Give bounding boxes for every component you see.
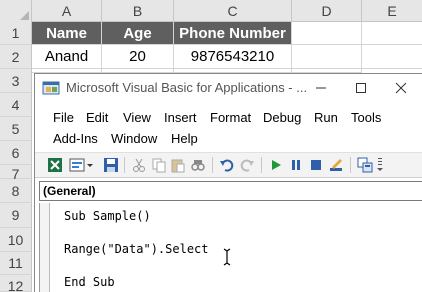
excel-icon[interactable] bbox=[47, 157, 63, 173]
minimize-button[interactable] bbox=[301, 74, 341, 102]
row-header-11[interactable]: 11 bbox=[0, 252, 32, 275]
object-dropdown[interactable]: (General) bbox=[39, 181, 422, 201]
cut-icon[interactable] bbox=[131, 157, 147, 173]
menu-window[interactable]: Window bbox=[111, 131, 157, 146]
find-icon[interactable] bbox=[190, 157, 206, 173]
toolbar-separator bbox=[124, 157, 125, 173]
menu-edit[interactable]: Edit bbox=[86, 110, 108, 125]
cell-c1-phone-header[interactable]: Phone Number bbox=[174, 22, 292, 45]
redo-icon[interactable] bbox=[239, 157, 255, 173]
menu-help[interactable]: Help bbox=[171, 131, 198, 146]
column-header-bar: A B C D E bbox=[0, 0, 422, 22]
column-header-d[interactable]: D bbox=[292, 0, 362, 22]
row-header-8[interactable]: 8 bbox=[0, 179, 32, 203]
menu-format[interactable]: Format bbox=[210, 110, 251, 125]
cell-e1[interactable] bbox=[362, 22, 422, 45]
column-header-e[interactable]: E bbox=[362, 0, 422, 22]
standard-toolbar bbox=[35, 152, 422, 178]
maximize-icon bbox=[356, 83, 366, 93]
text-cursor-icon bbox=[223, 248, 231, 266]
column-header-c[interactable]: C bbox=[174, 0, 292, 22]
row-header-3[interactable]: 3 bbox=[0, 69, 32, 93]
cell-b1-age-header[interactable]: Age bbox=[102, 22, 174, 45]
cell-e2[interactable] bbox=[362, 45, 422, 69]
menu-run[interactable]: Run bbox=[314, 110, 338, 125]
toolbar-options-icon[interactable] bbox=[376, 157, 384, 173]
maximize-button[interactable] bbox=[341, 74, 381, 102]
column-header-a[interactable]: A bbox=[32, 0, 102, 22]
close-icon bbox=[395, 82, 407, 94]
row-header-1[interactable]: 1 bbox=[0, 22, 32, 45]
paste-icon[interactable] bbox=[170, 157, 186, 173]
cell-d2[interactable] bbox=[292, 45, 362, 69]
row-header-2[interactable]: 2 bbox=[0, 45, 32, 69]
select-all-corner[interactable] bbox=[0, 0, 32, 22]
menu-file[interactable]: File bbox=[53, 110, 74, 125]
cell-c2-phone[interactable]: 9876543210 bbox=[174, 45, 292, 69]
row-header-4[interactable]: 4 bbox=[0, 93, 32, 117]
code-line-1[interactable]: Sub Sample() bbox=[64, 209, 151, 223]
copy-icon[interactable] bbox=[151, 157, 167, 173]
code-margin-indicator-bar[interactable] bbox=[40, 203, 50, 292]
menu-debug[interactable]: Debug bbox=[263, 110, 301, 125]
minimize-icon bbox=[316, 87, 326, 89]
code-line-3[interactable]: End Sub bbox=[64, 275, 115, 289]
row-header-10[interactable]: 10 bbox=[0, 228, 32, 252]
reset-icon[interactable] bbox=[308, 157, 324, 173]
row-header-7[interactable]: 7 bbox=[0, 165, 32, 182]
break-icon[interactable] bbox=[288, 157, 304, 173]
row-header-6[interactable]: 6 bbox=[0, 141, 32, 165]
project-explorer-icon[interactable] bbox=[357, 157, 373, 173]
toolbar-separator bbox=[261, 157, 262, 173]
menu-insert[interactable]: Insert bbox=[164, 110, 197, 125]
toolbar-separator bbox=[350, 157, 351, 173]
insert-module-icon[interactable] bbox=[69, 157, 85, 173]
menu-bar: File Edit View Insert Format Debug Run T… bbox=[35, 104, 422, 150]
cell-d1[interactable] bbox=[292, 22, 362, 45]
title-bar[interactable]: Microsoft Visual Basic for Applications … bbox=[35, 74, 422, 102]
menu-tools[interactable]: Tools bbox=[351, 110, 381, 125]
menu-view[interactable]: View bbox=[123, 110, 151, 125]
cell-a1-name-header[interactable]: Name bbox=[32, 22, 102, 45]
column-header-b[interactable]: B bbox=[102, 0, 174, 22]
toolbar-separator bbox=[212, 157, 213, 173]
run-icon[interactable] bbox=[268, 157, 284, 173]
close-button[interactable] bbox=[381, 74, 421, 102]
row-header-5[interactable]: 5 bbox=[0, 117, 32, 141]
save-icon[interactable] bbox=[103, 157, 119, 173]
menu-add-ins[interactable]: Add-Ins bbox=[53, 131, 98, 146]
cell-a2-name[interactable]: Anand bbox=[32, 45, 102, 69]
undo-icon[interactable] bbox=[219, 157, 235, 173]
row-header-9[interactable]: 9 bbox=[0, 203, 32, 228]
design-mode-icon[interactable] bbox=[328, 157, 344, 173]
window-title: Microsoft Visual Basic for Applications … bbox=[66, 80, 308, 95]
dropdown-arrow-icon[interactable] bbox=[86, 157, 94, 173]
code-line-2[interactable]: Range("Data").Select bbox=[64, 242, 209, 256]
cell-b2-age[interactable]: 20 bbox=[102, 45, 174, 69]
vba-app-icon bbox=[42, 81, 60, 95]
row-header-12[interactable]: 12 bbox=[0, 275, 32, 292]
